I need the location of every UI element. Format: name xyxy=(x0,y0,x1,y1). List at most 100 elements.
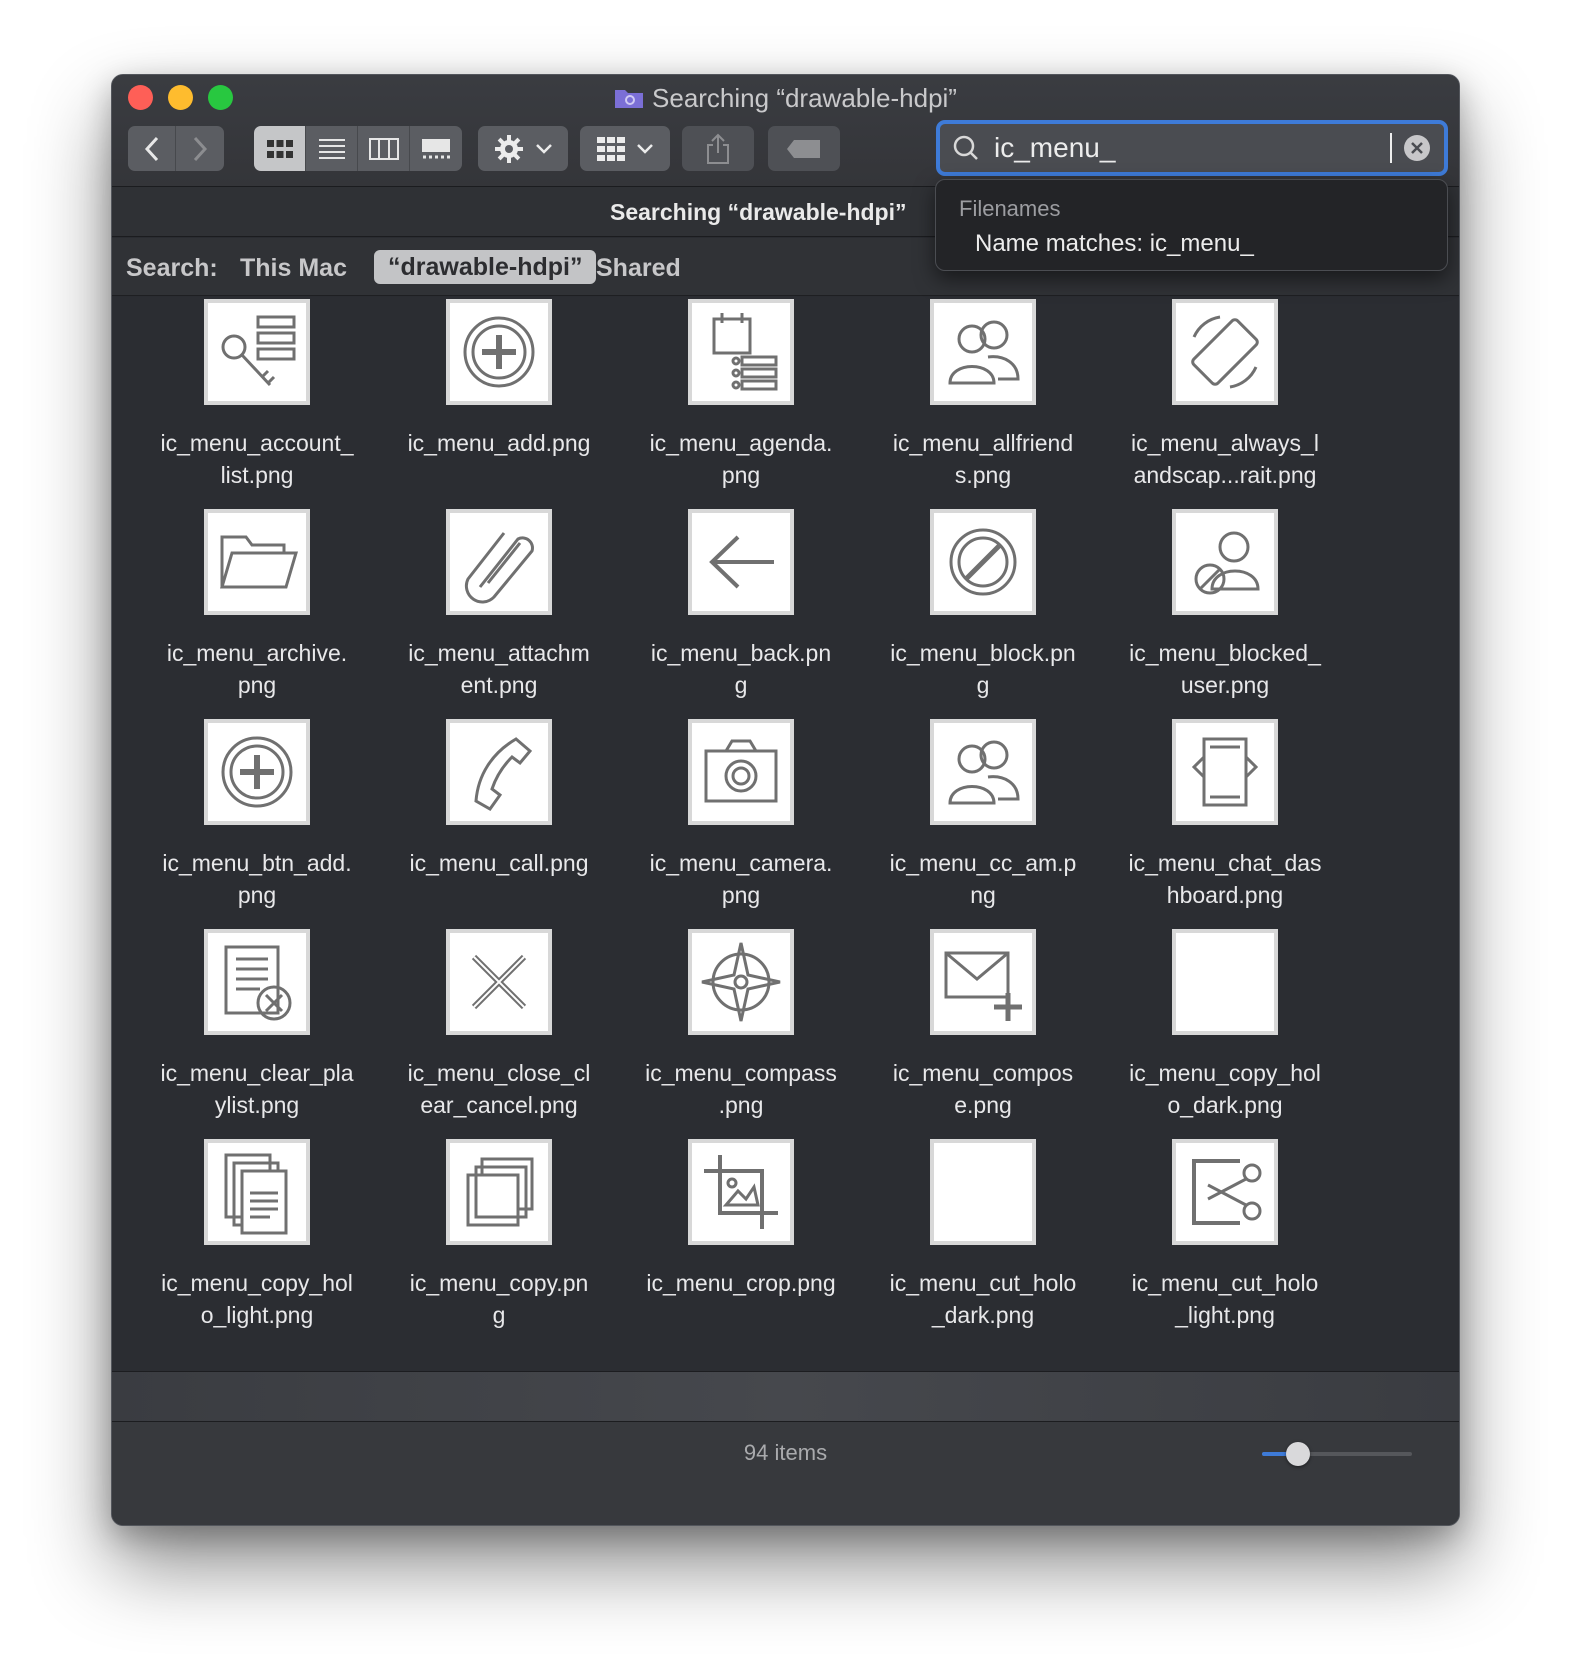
file-thumbnail[interactable] xyxy=(930,509,1036,615)
file-thumbnail[interactable] xyxy=(1172,299,1278,405)
file-name[interactable]: ic_menu_account_ list.png xyxy=(147,427,367,491)
file-thumbnail[interactable] xyxy=(446,1139,552,1245)
file-item[interactable]: ic_menu_close_cl ear_cancel.png xyxy=(399,929,599,1129)
file-item[interactable]: ic_menu_attachm ent.png xyxy=(399,509,599,709)
back-button[interactable] xyxy=(128,126,176,171)
icon-size-slider-knob[interactable] xyxy=(1286,1442,1310,1466)
file-thumbnail[interactable] xyxy=(1172,509,1278,615)
file-thumbnail[interactable] xyxy=(446,719,552,825)
file-thumbnail[interactable] xyxy=(688,1139,794,1245)
file-item[interactable]: ic_menu_crop.png xyxy=(641,1139,841,1339)
file-name[interactable]: ic_menu_always_l andscap...rait.png xyxy=(1115,427,1335,491)
file-thumbnail[interactable] xyxy=(446,929,552,1035)
file-name[interactable]: ic_menu_cc_am.p ng xyxy=(873,847,1093,911)
file-name[interactable]: ic_menu_crop.png xyxy=(631,1267,851,1299)
file-name[interactable]: ic_menu_compos e.png xyxy=(873,1057,1093,1121)
file-name[interactable]: ic_menu_cut_holo _dark.png xyxy=(873,1267,1093,1331)
file-item[interactable]: ic_menu_compass .png xyxy=(641,929,841,1129)
file-item[interactable]: ic_menu_cc_am.p ng xyxy=(883,719,1083,919)
list-view-button[interactable] xyxy=(306,126,358,171)
file-thumbnail[interactable] xyxy=(688,299,794,405)
file-thumbnail[interactable] xyxy=(204,509,310,615)
file-item[interactable]: ic_menu_copy_hol o_dark.png xyxy=(1125,929,1325,1129)
file-item[interactable]: ic_menu_account_ list.png xyxy=(157,299,357,499)
file-name[interactable]: ic_menu_compass .png xyxy=(631,1057,851,1121)
file-name[interactable]: ic_menu_chat_das hboard.png xyxy=(1115,847,1335,911)
column-view-button[interactable] xyxy=(358,126,410,171)
file-thumbnail[interactable] xyxy=(688,929,794,1035)
file-thumbnail[interactable] xyxy=(930,929,1036,1035)
file-thumbnail[interactable] xyxy=(688,509,794,615)
file-name[interactable]: ic_menu_copy_hol o_dark.png xyxy=(1115,1057,1335,1121)
file-name[interactable]: ic_menu_copy.pn g xyxy=(389,1267,609,1331)
gallery-view-button[interactable] xyxy=(410,126,462,171)
file-name[interactable]: ic_menu_add.png xyxy=(389,427,609,459)
crop-icon xyxy=(704,1155,778,1229)
action-menu-button[interactable] xyxy=(478,126,568,171)
file-name[interactable]: ic_menu_agenda. png xyxy=(631,427,851,491)
chevron-down-icon xyxy=(536,143,552,154)
file-name[interactable]: ic_menu_allfriend s.png xyxy=(873,427,1093,491)
file-name[interactable]: ic_menu_back.pn g xyxy=(631,637,851,701)
icon-view-button[interactable] xyxy=(254,126,306,171)
file-item[interactable]: ic_menu_call.png xyxy=(399,719,599,919)
people-icon xyxy=(948,740,1020,805)
file-name[interactable]: ic_menu_clear_pla ylist.png xyxy=(147,1057,367,1121)
scope-this-mac[interactable]: This Mac xyxy=(240,254,347,283)
file-thumbnail[interactable] xyxy=(1172,929,1278,1035)
file-item[interactable]: ic_menu_camera. png xyxy=(641,719,841,919)
file-item[interactable]: ic_menu_always_l andscap...rait.png xyxy=(1125,299,1325,499)
file-thumbnail[interactable] xyxy=(1172,1139,1278,1245)
file-name[interactable]: ic_menu_cut_holo _light.png xyxy=(1115,1267,1335,1331)
file-thumbnail[interactable] xyxy=(204,719,310,825)
file-name[interactable]: ic_menu_close_cl ear_cancel.png xyxy=(389,1057,609,1121)
file-item[interactable]: ic_menu_clear_pla ylist.png xyxy=(157,929,357,1129)
file-name[interactable]: ic_menu_attachm ent.png xyxy=(389,637,609,701)
file-name[interactable]: ic_menu_block.pn g xyxy=(873,637,1093,701)
file-thumbnail[interactable] xyxy=(688,719,794,825)
file-thumbnail[interactable] xyxy=(204,929,310,1035)
share-button[interactable] xyxy=(682,126,754,171)
file-item[interactable]: ic_menu_chat_das hboard.png xyxy=(1125,719,1325,919)
file-thumbnail[interactable] xyxy=(930,1139,1036,1245)
window-title: Searching “drawable-hdpi” xyxy=(112,83,1459,113)
file-item[interactable]: ic_menu_block.pn g xyxy=(883,509,1083,709)
file-thumbnail[interactable] xyxy=(204,299,310,405)
file-item[interactable]: ic_menu_btn_add. png xyxy=(157,719,357,919)
file-name[interactable]: ic_menu_copy_hol o_light.png xyxy=(147,1267,367,1331)
group-grid-icon xyxy=(597,136,625,161)
file-thumbnail[interactable] xyxy=(1172,719,1278,825)
file-item[interactable]: ic_menu_archive. png xyxy=(157,509,357,709)
search-field[interactable] xyxy=(936,120,1448,176)
file-thumbnail[interactable] xyxy=(446,299,552,405)
file-item[interactable]: ic_menu_cut_holo _light.png xyxy=(1125,1139,1325,1339)
file-thumbnail[interactable] xyxy=(446,509,552,615)
scope-current-folder[interactable]: “drawable-hdpi” xyxy=(374,250,597,284)
file-item[interactable]: ic_menu_copy.pn g xyxy=(399,1139,599,1339)
forward-button[interactable] xyxy=(176,126,224,171)
file-thumbnail[interactable] xyxy=(930,719,1036,825)
file-item[interactable]: ic_menu_back.pn g xyxy=(641,509,841,709)
scope-shared[interactable]: Shared xyxy=(596,254,681,283)
file-item[interactable]: ic_menu_add.png xyxy=(399,299,599,499)
file-item[interactable]: ic_menu_compos e.png xyxy=(883,929,1083,1129)
file-item[interactable]: ic_menu_copy_hol o_light.png xyxy=(157,1139,357,1339)
file-thumbnail[interactable] xyxy=(930,299,1036,405)
group-by-button[interactable] xyxy=(580,126,670,171)
file-name[interactable]: ic_menu_btn_add. png xyxy=(147,847,367,911)
file-thumbnail[interactable] xyxy=(204,1139,310,1245)
file-item[interactable]: ic_menu_agenda. png xyxy=(641,299,841,499)
file-name[interactable]: ic_menu_call.png xyxy=(389,847,609,879)
finder-window: Searching “drawable-hdpi” ic_menu_ Searc… xyxy=(111,74,1460,1526)
file-name[interactable]: ic_menu_blocked_ user.png xyxy=(1115,637,1335,701)
file-name[interactable]: ic_menu_camera. png xyxy=(631,847,851,911)
key-list-icon xyxy=(221,315,296,387)
clear-icon[interactable] xyxy=(1402,133,1432,163)
tag-button[interactable] xyxy=(768,126,840,171)
search-input[interactable] xyxy=(986,124,1396,172)
file-item[interactable]: ic_menu_blocked_ user.png xyxy=(1125,509,1325,709)
file-item[interactable]: ic_menu_allfriend s.png xyxy=(883,299,1083,499)
suggestion-name-matches[interactable]: Name matches: ic_menu_ xyxy=(975,230,1254,258)
file-item[interactable]: ic_menu_cut_holo _dark.png xyxy=(883,1139,1083,1339)
file-name[interactable]: ic_menu_archive. png xyxy=(147,637,367,701)
